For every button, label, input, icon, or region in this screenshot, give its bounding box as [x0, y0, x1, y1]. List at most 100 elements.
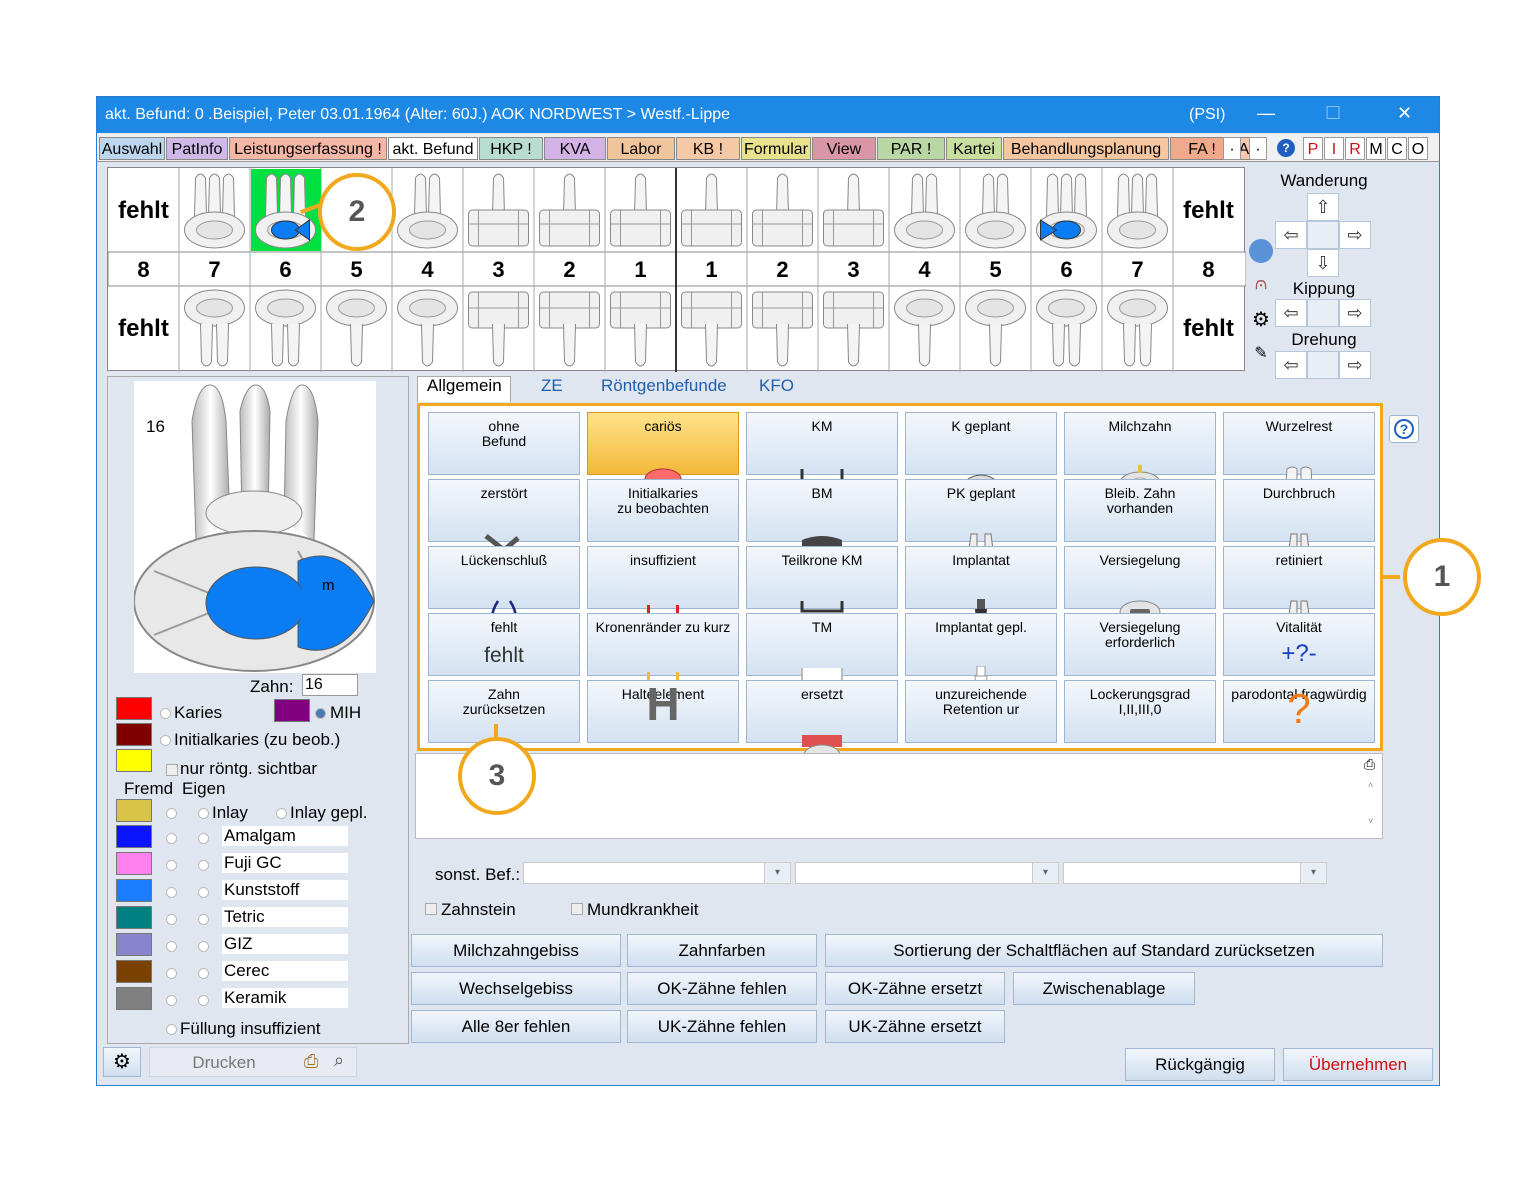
- lower-tooth[interactable]: [681, 291, 742, 367]
- karies-radio[interactable]: [160, 708, 171, 719]
- tab-scroll-left[interactable]: ·: [1223, 137, 1241, 160]
- sonst-bef-select-3[interactable]: ▾: [1063, 862, 1327, 884]
- karies-color-swatch[interactable]: [116, 697, 152, 720]
- ohne-befund-button[interactable]: ohne Befund: [428, 412, 580, 475]
- maximize-icon[interactable]: ☐: [1325, 103, 1341, 124]
- fuji-gc-color-swatch[interactable]: [116, 852, 152, 875]
- lower-tooth[interactable]: [752, 291, 813, 367]
- uk-zaehne-ersetzt-button[interactable]: UK-Zähne ersetzt: [825, 1010, 1005, 1043]
- tab-leistungserfassung[interactable]: Leistungserfassung !: [229, 137, 387, 160]
- upper-tooth[interactable]: [184, 173, 245, 249]
- giz-color-swatch[interactable]: [116, 933, 152, 956]
- upper-tooth[interactable]: [965, 173, 1026, 249]
- kunststoff-eigen-radio[interactable]: [198, 887, 209, 898]
- versiegelung-button[interactable]: Versiegelung: [1064, 546, 1216, 624]
- zahnstein-checkbox[interactable]: [425, 903, 437, 915]
- cerec-fremd-radio[interactable]: [166, 968, 177, 979]
- ok-zaehne-fehlen-button[interactable]: OK-Zähne fehlen: [627, 972, 817, 1005]
- missing-tooth-label[interactable]: fehlt: [1183, 197, 1234, 224]
- nur-roentg-checkbox[interactable]: [166, 764, 178, 776]
- help-icon[interactable]: ?: [1277, 139, 1295, 157]
- upper-tooth[interactable]: [823, 173, 884, 247]
- minimize-icon[interactable]: —: [1257, 103, 1275, 124]
- implantat-gepl-button[interactable]: Implantat gepl.: [905, 613, 1057, 706]
- nur-roentg-color-swatch[interactable]: [116, 749, 152, 772]
- inlay-color-swatch[interactable]: [116, 799, 152, 822]
- scroll-down-icon[interactable]: ˅: [1368, 816, 1373, 826]
- upper-tooth[interactable]: [681, 173, 742, 247]
- settings-gear-button[interactable]: ⚙: [103, 1047, 141, 1077]
- letter-c-button[interactable]: C: [1387, 137, 1407, 160]
- mih-color-swatch[interactable]: [274, 699, 310, 722]
- milchzahn-button[interactable]: Milchzahn: [1064, 412, 1216, 495]
- zwischenablage-button[interactable]: Zwischenablage: [1013, 972, 1195, 1005]
- upper-tooth[interactable]: [397, 173, 458, 249]
- initialkaries-color-swatch[interactable]: [116, 723, 152, 746]
- wurzelrest-button[interactable]: Wurzelrest: [1223, 412, 1375, 498]
- k-geplant-button[interactable]: K geplant: [905, 412, 1057, 498]
- zahnfarben-button[interactable]: Zahnfarben: [627, 934, 817, 967]
- teilkrone-km-button[interactable]: Teilkrone KM: [746, 546, 898, 613]
- tab-kva[interactable]: KVA: [544, 137, 606, 160]
- milchzahngebiss-button[interactable]: Milchzahngebiss: [411, 934, 621, 967]
- tab-kfo[interactable]: KFO: [759, 376, 794, 396]
- letter-m-button[interactable]: M: [1366, 137, 1386, 160]
- durchbruch-button[interactable]: Durchbruch: [1223, 479, 1375, 566]
- tab-roentgenbefunde[interactable]: Röntgenbefunde: [601, 376, 727, 396]
- wanderung-left-button[interactable]: ⇦: [1275, 221, 1307, 249]
- amalgam-eigen-radio[interactable]: [198, 833, 209, 844]
- upper-tooth[interactable]: [752, 173, 813, 247]
- upper-tooth[interactable]: [539, 173, 600, 247]
- lower-tooth[interactable]: [1107, 289, 1168, 367]
- tab-scroll-right[interactable]: ·: [1249, 137, 1267, 160]
- lower-tooth[interactable]: [1036, 289, 1097, 367]
- drehung-right-button[interactable]: ⇨: [1339, 351, 1371, 379]
- wanderung-down-button[interactable]: ⇩: [1307, 249, 1339, 277]
- kronenraender-zu-kurz-button[interactable]: Kronenränder zu kurz: [587, 613, 739, 680]
- scroll-up-icon[interactable]: ˄: [1368, 780, 1373, 790]
- sonst-bef-select-2[interactable]: ▾: [795, 862, 1059, 884]
- missing-tooth-label[interactable]: fehlt: [118, 197, 169, 224]
- giz-fremd-radio[interactable]: [166, 941, 177, 952]
- globe-icon[interactable]: [1249, 239, 1273, 263]
- fuellung-insuffizient-radio[interactable]: [166, 1024, 177, 1035]
- wechselgebiss-button[interactable]: Wechselgebiss: [411, 972, 621, 1005]
- initialkaries-radio[interactable]: [160, 735, 171, 746]
- implantat-button[interactable]: Implantat: [905, 546, 1057, 639]
- upper-tooth[interactable]: [1107, 173, 1168, 249]
- km-button[interactable]: KM: [746, 412, 898, 489]
- bm-button[interactable]: BM: [746, 479, 898, 550]
- inlay-gepl-radio[interactable]: [276, 808, 287, 819]
- tetric-eigen-radio[interactable]: [198, 914, 209, 925]
- lockerungsgrad-i-ii-iii-0-button[interactable]: Lockerungsgrad I,II,III,0: [1064, 680, 1216, 743]
- versiegelung-erforderlich-button[interactable]: Versiegelung erforderlich: [1064, 613, 1216, 705]
- inlay-fremd-radio[interactable]: [166, 808, 177, 819]
- upper-tooth[interactable]: [1036, 173, 1097, 249]
- drehung-left-button[interactable]: ⇦: [1275, 351, 1307, 379]
- insuffizient-button[interactable]: insuffizient: [587, 546, 739, 613]
- lower-tooth[interactable]: [184, 289, 245, 367]
- search-icon[interactable]: ⌕: [334, 1050, 344, 1071]
- tab-allgemein[interactable]: Allgemein: [427, 376, 502, 396]
- zahn-zuruecksetzen-button[interactable]: Zahn zurücksetzen: [428, 680, 580, 743]
- wanderung-right-button[interactable]: ⇨: [1339, 221, 1371, 249]
- mih-radio[interactable]: [315, 708, 326, 719]
- vitalitaet-button[interactable]: Vitalität +?-: [1223, 613, 1375, 676]
- mundkrankheit-checkbox[interactable]: [571, 903, 583, 915]
- keramik-eigen-radio[interactable]: [198, 995, 209, 1006]
- sonst-bef-select-1[interactable]: ▾: [523, 862, 791, 884]
- lower-tooth[interactable]: [610, 291, 671, 367]
- tab-akt-befund[interactable]: akt. Befund: [388, 137, 478, 160]
- pk-geplant-button[interactable]: PK geplant: [905, 479, 1057, 566]
- upper-tooth[interactable]: [610, 173, 671, 247]
- keramik-fremd-radio[interactable]: [166, 995, 177, 1006]
- letter-p-button[interactable]: P: [1303, 137, 1323, 160]
- printer-icon[interactable]: ⎙: [1364, 756, 1375, 773]
- missing-tooth-label[interactable]: fehlt: [1183, 315, 1234, 342]
- missing-tooth-label[interactable]: fehlt: [118, 315, 169, 342]
- ok-zaehne-ersetzt-button[interactable]: OK-Zähne ersetzt: [825, 972, 1005, 1005]
- sortierung-reset-button[interactable]: Sortierung der Schaltflächen auf Standar…: [825, 934, 1383, 967]
- letter-i-button[interactable]: I: [1324, 137, 1344, 160]
- uebernehmen-button[interactable]: Übernehmen: [1283, 1048, 1433, 1081]
- fuji-gc-fremd-radio[interactable]: [166, 860, 177, 871]
